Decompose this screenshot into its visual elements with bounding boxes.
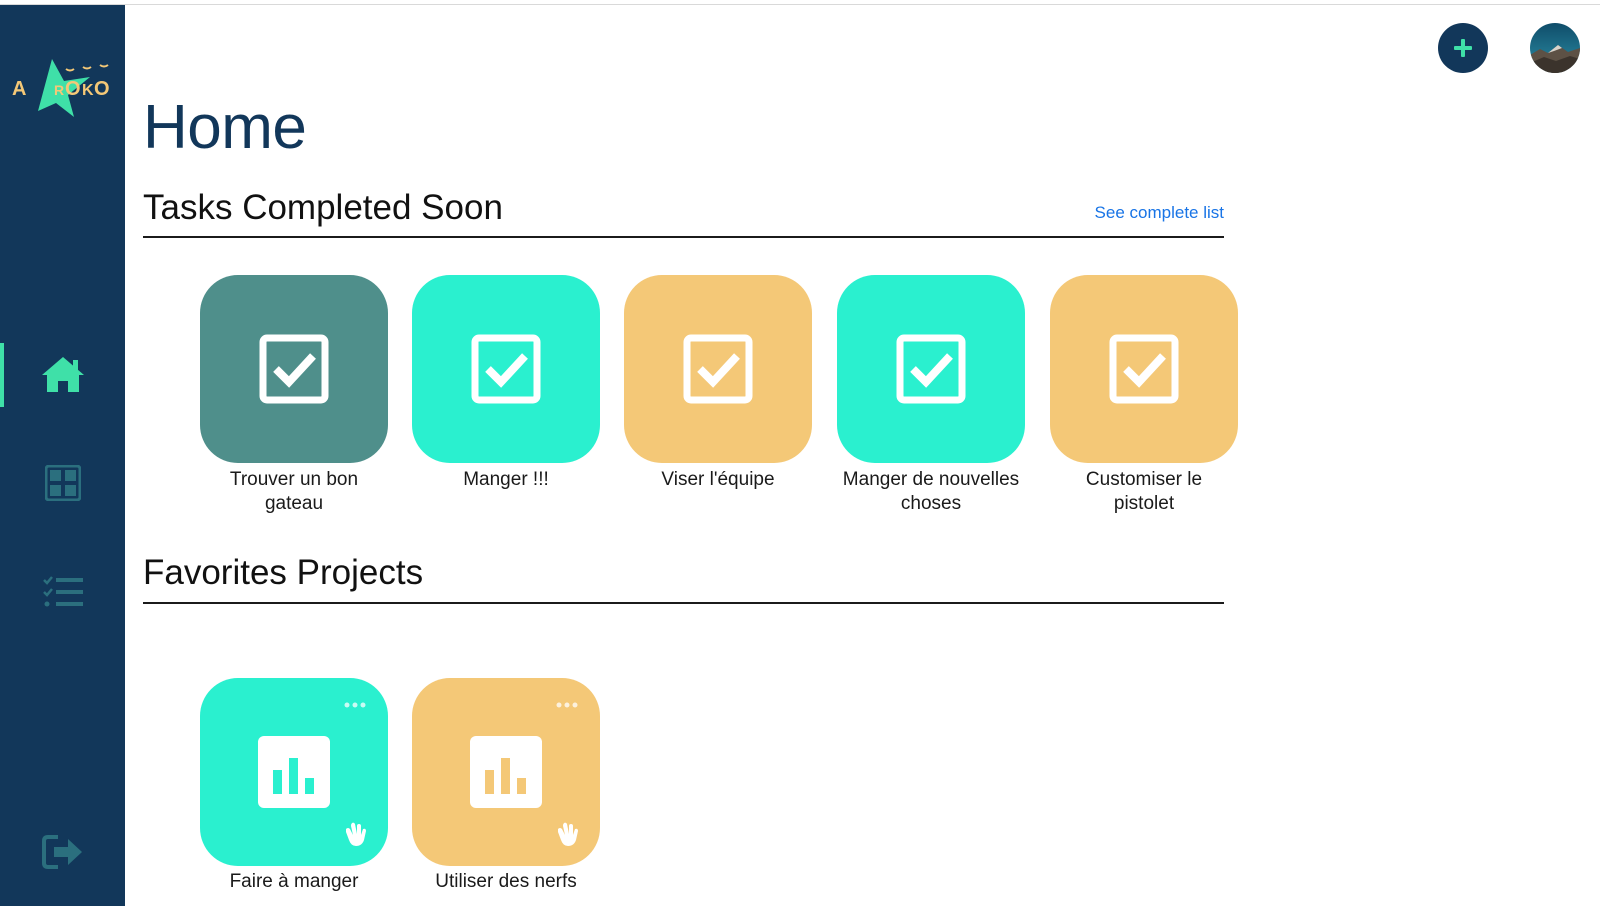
task-label: Viser l'équipe	[661, 469, 775, 490]
project-label: Faire à manger	[229, 871, 359, 892]
logout-icon	[41, 835, 82, 869]
avatar-image	[1530, 23, 1580, 73]
project-card[interactable]	[412, 678, 600, 866]
home-icon	[41, 357, 84, 392]
hand-icon	[558, 822, 578, 846]
checkbox-checked-icon	[683, 334, 753, 404]
sidebar-item-home[interactable]	[0, 343, 125, 407]
see-complete-list-link[interactable]: See complete list	[1060, 203, 1224, 223]
task-card[interactable]	[624, 275, 812, 463]
avatar[interactable]	[1530, 23, 1580, 73]
task-label: Trouver un bon gateau	[229, 469, 359, 514]
svg-text:A: A	[12, 78, 26, 100]
bar-chart-icon	[470, 736, 542, 808]
svg-text:O: O	[94, 78, 110, 100]
checkbox-checked-icon	[1109, 334, 1179, 404]
sidebar-item-logout[interactable]	[0, 820, 125, 884]
checkbox-checked-icon	[259, 334, 329, 404]
bar-chart-icon	[258, 736, 330, 808]
projects-section-title: Favorites Projects	[143, 553, 424, 592]
project-card[interactable]	[200, 678, 388, 866]
sidebar-item-dashboard[interactable]	[0, 451, 125, 515]
hand-icon	[346, 822, 366, 846]
checkbox-checked-icon	[896, 334, 966, 404]
task-card[interactable]	[200, 275, 388, 463]
svg-text:R: R	[54, 82, 64, 98]
add-button[interactable]	[1438, 23, 1488, 73]
task-label: Customiser le pistolet	[1085, 469, 1203, 514]
task-label: Manger de nouvelles choses	[842, 469, 1020, 514]
tasks-section-title: Tasks Completed Soon	[143, 188, 503, 227]
task-label: Manger !!!	[463, 469, 549, 490]
task-card[interactable]	[1050, 275, 1238, 463]
checklist-icon	[42, 576, 83, 607]
section-divider	[143, 602, 1224, 604]
section-divider	[143, 236, 1224, 238]
more-options-icon[interactable]	[556, 702, 578, 708]
project-label: Utiliser des nerfs	[435, 871, 577, 892]
sidebar-item-tasks[interactable]	[0, 560, 125, 624]
svg-text:K: K	[82, 82, 94, 99]
akroko-logo: A R O K O	[12, 59, 110, 117]
sidebar: A R O K O	[0, 5, 125, 906]
task-card[interactable]	[412, 275, 600, 463]
task-card[interactable]	[837, 275, 1025, 463]
plus-icon	[1454, 39, 1472, 57]
top-border	[0, 0, 1600, 5]
svg-text:O: O	[65, 78, 81, 100]
grid-icon	[44, 465, 81, 501]
page-title: Home	[143, 93, 307, 162]
checkbox-checked-icon	[471, 334, 541, 404]
more-options-icon[interactable]	[344, 702, 366, 708]
